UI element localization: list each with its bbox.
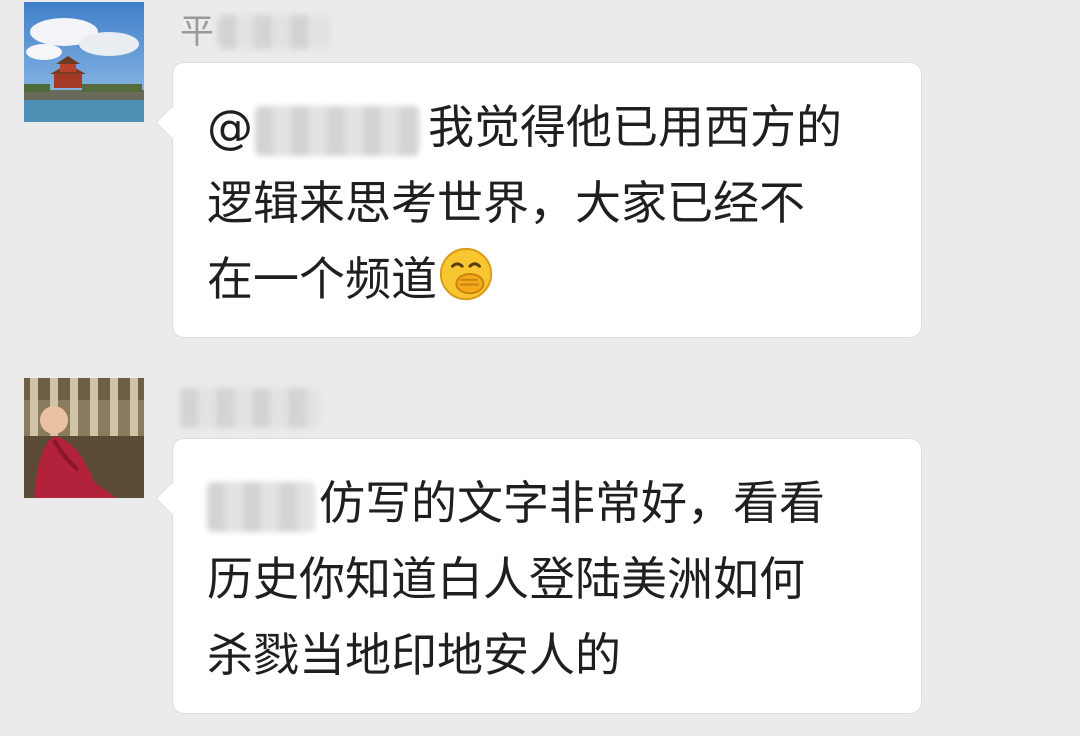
sender-name — [180, 386, 320, 430]
hand-over-mouth-emoji — [439, 247, 493, 301]
avatar[interactable] — [24, 378, 144, 498]
sender-name-text: 平 — [180, 12, 214, 52]
forbidden-city-turret-photo — [24, 2, 144, 122]
sender-name: 平 — [180, 10, 328, 54]
message-bubble[interactable]: 仿写的文字非常好，看看 历史你知道白人登陆美洲如何 杀戮当地印地安人的 — [172, 438, 922, 714]
blurred-mention — [255, 105, 420, 156]
blurred-mention — [207, 481, 315, 532]
chat-message-2: 仿写的文字非常好，看看 历史你知道白人登陆美洲如何 杀戮当地印地安人的 — [0, 376, 1080, 716]
message-bubble[interactable]: @ 我觉得他已用西方的 逻辑来思考世界，大家已经不 在一个频道 — [172, 62, 922, 338]
avatar[interactable] — [24, 2, 144, 122]
chat-message-1: 平 @ 我觉得他已用西方的 逻辑来思考世界，大家已经不 在一个频道 — [0, 0, 1080, 350]
mention-prefix: @ — [207, 100, 253, 154]
blurred-name — [218, 15, 328, 49]
blurred-name — [180, 388, 320, 428]
baby-monk-photo — [24, 378, 144, 498]
